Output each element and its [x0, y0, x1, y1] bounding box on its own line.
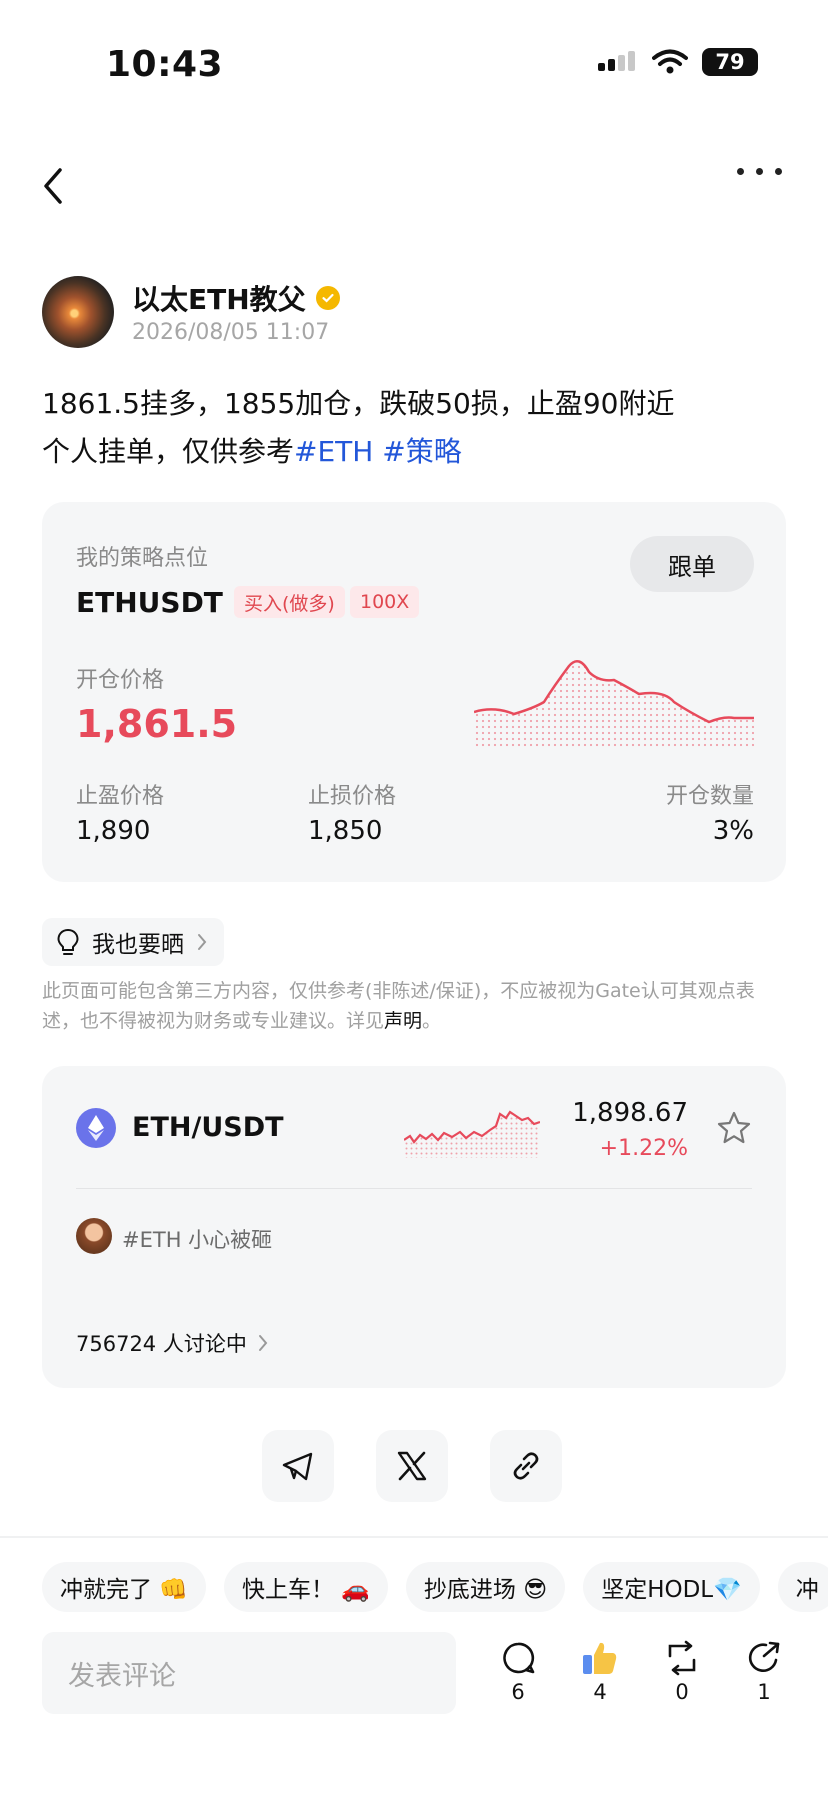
hashtag-strategy[interactable]: #策略: [382, 435, 461, 468]
discussion-count: 756724 人讨论中: [76, 1332, 247, 1356]
market-sparkline: [404, 1110, 540, 1158]
market-price: 1,898.67: [572, 1098, 688, 1128]
comment-action[interactable]: 6: [488, 1640, 548, 1704]
hashtag-eth[interactable]: #ETH: [294, 435, 373, 468]
comment-input[interactable]: 发表评论: [42, 1632, 456, 1714]
back-icon[interactable]: [40, 166, 66, 206]
follow-order-button[interactable]: 跟单: [630, 536, 754, 592]
quick-replies: 冲就完了 👊 快上车！ 🚗 抄底进场 😎 坚定HODL💎 冲: [42, 1562, 828, 1612]
post-line-1: 1861.5挂多，1855加仓，跌破50损，止盈90附近: [42, 387, 675, 420]
more-icon[interactable]: [737, 168, 782, 175]
author-avatar[interactable]: [42, 276, 114, 348]
share-x-button[interactable]: [376, 1430, 448, 1502]
market-card[interactable]: ETH/USDT 1,898.67 +1.22% #ETH 小心被砸 75672…: [42, 1066, 786, 1388]
quick-reply-chip[interactable]: 抄底进场 😎: [405, 1562, 566, 1612]
share-count: 1: [757, 1680, 771, 1704]
like-count: 4: [593, 1680, 607, 1704]
repost-action[interactable]: 0: [652, 1640, 712, 1704]
chevron-right-icon: [198, 934, 207, 950]
author-name: 以太ETH教父: [132, 283, 306, 316]
share-icon: [748, 1641, 780, 1672]
topic-avatar: [76, 1218, 112, 1254]
position-label: 开仓数量: [665, 784, 754, 809]
like-icon: [583, 1642, 617, 1674]
position-value: 3%: [712, 816, 754, 846]
take-profit-value: 1,890: [76, 816, 151, 846]
open-price-label: 开仓价格: [76, 668, 165, 693]
link-icon: [513, 1452, 539, 1480]
post-line-2-text: 个人挂单，仅供参考: [42, 435, 295, 468]
verified-icon: [315, 286, 340, 310]
copy-link-button[interactable]: [490, 1430, 562, 1502]
x-icon: [397, 1451, 427, 1481]
market-change: +1.22%: [599, 1136, 688, 1161]
signal-icon: [598, 51, 635, 71]
strategy-pair: ETHUSDT: [76, 586, 223, 619]
leverage-badge: 100X: [350, 586, 420, 618]
disclaimer-end: 。: [422, 1010, 442, 1032]
battery-indicator: 79: [702, 48, 758, 76]
disclaimer: 此页面可能包含第三方内容，仅供参考(非陈述/保证)，不应被视为Gate认可其观点…: [42, 976, 792, 1036]
market-divider: [76, 1188, 752, 1189]
discussion-count-link[interactable]: 756724 人讨论中: [76, 1328, 269, 1358]
topic-text[interactable]: #ETH 小心被砸: [122, 1224, 272, 1254]
status-time: 10:43: [106, 44, 224, 85]
quick-reply-chip[interactable]: 快上车！ 🚗: [223, 1562, 388, 1612]
stop-loss-value: 1,850: [308, 816, 383, 846]
statement-link[interactable]: 声明: [384, 1010, 422, 1032]
wifi-icon: [652, 49, 688, 74]
strategy-label: 我的策略点位: [76, 546, 209, 571]
strategy-sparkline: [474, 659, 754, 747]
strategy-card: 我的策略点位 ETHUSDT 买入(做多) 100X 跟单 开仓价格 1,861…: [42, 502, 786, 882]
side-badge: 买入(做多): [234, 586, 345, 618]
share-telegram-button[interactable]: [262, 1430, 334, 1502]
take-profit-label: 止盈价格: [76, 784, 165, 809]
like-action[interactable]: 4: [570, 1640, 630, 1704]
share-action[interactable]: 1: [734, 1640, 794, 1704]
stop-loss-label: 止损价格: [308, 784, 397, 809]
author-name-row[interactable]: 以太ETH教父: [132, 278, 340, 318]
repost-count: 0: [675, 1680, 689, 1704]
quick-reply-chip[interactable]: 坚定HODL💎: [583, 1562, 760, 1612]
bottom-separator: [0, 1536, 828, 1538]
share-too-button[interactable]: 我也要晒: [42, 918, 224, 966]
post-content: 1861.5挂多，1855加仓，跌破50损，止盈90附近 个人挂单，仅供参考#E…: [42, 380, 802, 476]
quick-reply-chip[interactable]: 冲就完了 👊: [42, 1562, 206, 1612]
telegram-icon: [282, 1452, 313, 1481]
post-line-2: 个人挂单，仅供参考#ETH #策略: [42, 428, 802, 476]
post-time: 2026/08/05 11:07: [132, 320, 330, 345]
star-icon[interactable]: [716, 1110, 752, 1146]
open-price: 1,861.5: [76, 702, 238, 746]
comment-icon: [503, 1642, 535, 1674]
repost-icon: [668, 1640, 696, 1676]
status-icons: 79: [598, 48, 758, 76]
quick-reply-chip[interactable]: 冲: [777, 1562, 828, 1612]
comment-count: 6: [511, 1680, 525, 1704]
share-too-label: 我也要晒: [92, 932, 184, 958]
market-pair: ETH/USDT: [132, 1112, 284, 1143]
bulb-icon: [57, 928, 79, 955]
chevron-right-icon: [258, 1335, 268, 1351]
eth-icon: [76, 1108, 116, 1148]
